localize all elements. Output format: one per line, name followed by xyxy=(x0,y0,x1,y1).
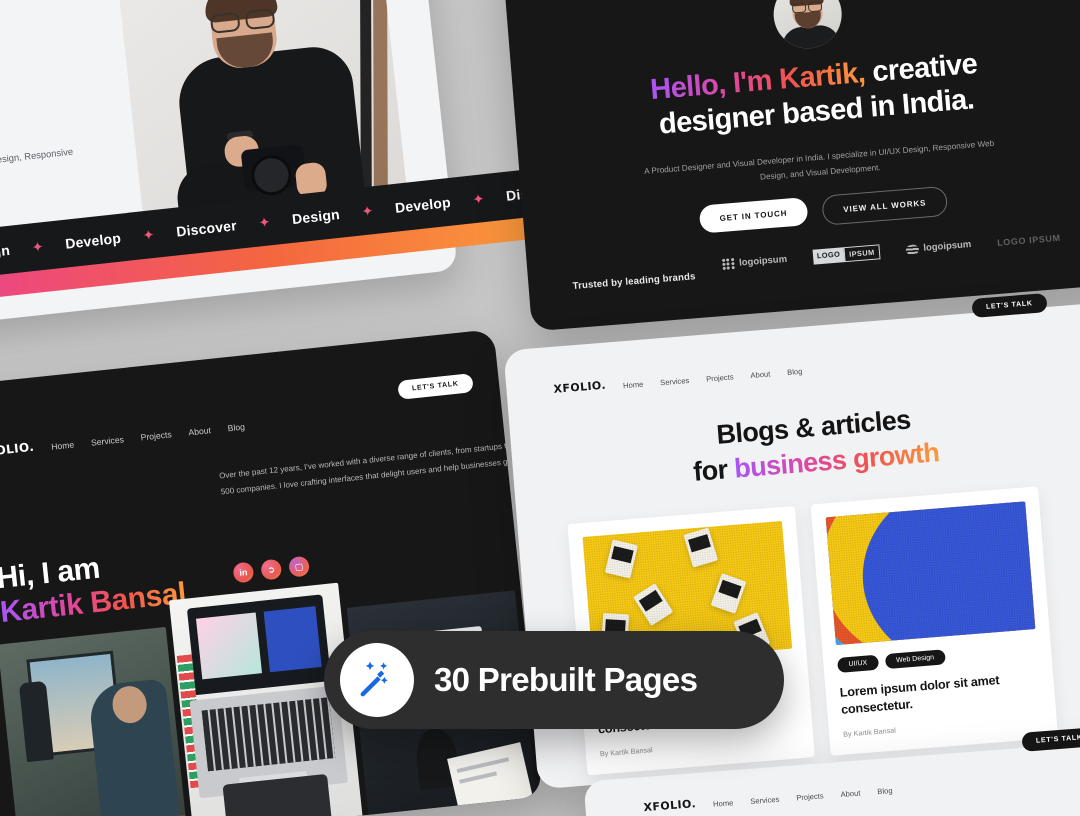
screenshot-stage: Hello, I'm Kartik, creative designer bas… xyxy=(0,0,1080,816)
nav-item-blog[interactable]: Blog xyxy=(877,786,893,796)
hero-light-heading: Hello, I'm Kartik, creative designer bas… xyxy=(0,1,129,165)
trusted-by-label: Trusted by leading brands xyxy=(572,271,696,293)
blog-author: By Kartik Bansal xyxy=(599,744,653,759)
marquee-word: Design xyxy=(291,206,341,228)
hero-dark-heading-rest: creative xyxy=(863,47,979,89)
nav-item-about[interactable]: About xyxy=(188,425,211,437)
sparkle-icon: ✦ xyxy=(360,202,375,220)
nav-item-services[interactable]: Services xyxy=(660,376,690,387)
brand-logo-3-label: logoipsum xyxy=(922,238,972,254)
hero-light-card: Hello, I'm Kartik, creative designer bas… xyxy=(0,0,458,357)
brand-logo-1: logoipsum xyxy=(721,253,788,271)
magic-wand-icon xyxy=(340,643,414,717)
blog-tag[interactable]: UI/UX xyxy=(837,654,879,673)
brand-logo[interactable]: XFOLIO. xyxy=(0,440,35,460)
blog-title[interactable]: Lorem ipsum dolor sit amet consectetur. xyxy=(839,669,1041,720)
blog-author: By Kartik Bansal xyxy=(842,725,897,739)
instagram-icon[interactable]: ▢ xyxy=(288,555,311,578)
marquee-word: Develop xyxy=(64,229,122,252)
marquee-word: Design xyxy=(0,241,11,263)
nav-item-home[interactable]: Home xyxy=(713,798,734,809)
sparkle-icon: ✦ xyxy=(141,226,156,244)
avatar xyxy=(771,0,845,51)
nav-item-home[interactable]: Home xyxy=(51,440,75,452)
hero-dark-card: Hello, I'm Kartik, creative designer bas… xyxy=(501,0,1080,332)
collage-photo-1 xyxy=(0,626,191,816)
social-links: in ➲ ▢ xyxy=(232,555,311,584)
nav-item-services[interactable]: Services xyxy=(90,434,124,447)
nav-item-projects[interactable]: Projects xyxy=(796,791,824,802)
nav-item-about[interactable]: About xyxy=(750,369,771,380)
nav-item-blog[interactable]: Blog xyxy=(227,422,245,434)
prebuilt-pages-badge: 30 Prebuilt Pages xyxy=(324,631,784,729)
blog-thumbnail xyxy=(825,501,1036,646)
view-all-works-button[interactable]: VIEW ALL WORKS xyxy=(821,185,949,226)
about-paragraph: Over the past 12 years, I've worked with… xyxy=(218,437,541,497)
marquee-word: Discover xyxy=(175,217,238,240)
nav-links: Home Services Projects About Blog xyxy=(713,786,893,809)
nav-item-home[interactable]: Home xyxy=(623,380,644,391)
badge-label: 30 Prebuilt Pages xyxy=(434,661,698,698)
linkedin-icon[interactable]: in xyxy=(232,561,255,584)
brand-logo-4: LOGO IPSUM xyxy=(996,232,1061,248)
about-dark-card: XFOLIO. Home Services Projects About Blo… xyxy=(0,329,543,816)
blog-tag-list: UI/UX Web Design xyxy=(837,642,1038,673)
brand-logo-row: logoipsum LOGO IPSUM logoipsum LOGO IPSU… xyxy=(721,226,1080,272)
get-in-touch-button[interactable]: GET IN TOUCH xyxy=(698,197,809,234)
blog-card[interactable]: UI/UX Web Design Lorem ipsum dolor sit a… xyxy=(810,486,1059,756)
nav-item-projects[interactable]: Projects xyxy=(706,372,734,383)
nav-item-projects[interactable]: Projects xyxy=(140,429,172,442)
navbar: XFOLIO. Home Services Projects About Blo… xyxy=(643,782,893,814)
nav-item-services[interactable]: Services xyxy=(750,795,780,806)
brand-logo[interactable]: XFOLIO. xyxy=(553,379,606,396)
blog-tag[interactable]: Web Design xyxy=(884,649,946,670)
hero-light-subtitle: A Product Designer and Visual Developer … xyxy=(0,145,74,198)
sparkle-icon: ✦ xyxy=(30,238,45,256)
sparkle-icon: ✦ xyxy=(471,190,486,208)
nav-links: Home Services Projects About Blog xyxy=(51,422,246,452)
dots-icon xyxy=(721,257,735,271)
wave-icon xyxy=(905,243,919,255)
marquee-word: Develop xyxy=(394,193,452,216)
blog-heading-prefix: for xyxy=(692,453,736,487)
brand-logo-2-label-b: IPSUM xyxy=(843,244,881,263)
brand-logo-2: LOGO IPSUM xyxy=(812,244,881,265)
nav-links: Home Services Projects About Blog xyxy=(623,367,803,390)
sparkle-icon: ✦ xyxy=(257,213,272,231)
navbar: XFOLIO. Home Services Projects About Blo… xyxy=(0,418,245,460)
twitter-icon[interactable]: ➲ xyxy=(260,558,283,581)
brand-logo-3: logoipsum xyxy=(905,239,972,255)
nav-item-about[interactable]: About xyxy=(840,788,860,798)
brand-logo[interactable]: XFOLIO. xyxy=(643,797,696,814)
nav-item-blog[interactable]: Blog xyxy=(787,367,803,377)
blog-heading: Blogs & articles for business growth xyxy=(568,391,1062,500)
brand-logo-1-label: logoipsum xyxy=(738,253,788,269)
brand-logo-2-label-a: LOGO xyxy=(812,247,845,265)
navbar: XFOLIO. Home Services Projects About Blo… xyxy=(553,363,803,396)
